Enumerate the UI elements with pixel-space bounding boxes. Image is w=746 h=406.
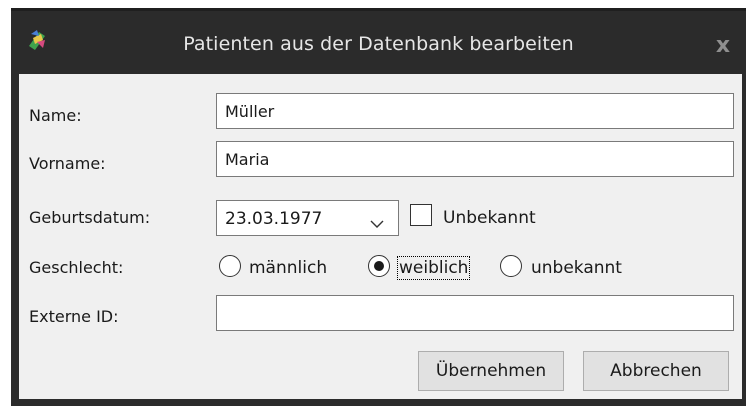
geschlecht-label: Geschlecht: — [29, 258, 124, 277]
vorname-field[interactable] — [216, 141, 734, 177]
birthdate-picker[interactable]: 23.03.1977 — [216, 200, 399, 236]
unbekannt-checkbox[interactable] — [410, 204, 432, 226]
radio-weiblich[interactable] — [368, 255, 390, 277]
dialog-title: Patienten aus der Datenbank bearbeiten — [183, 33, 574, 55]
radio-selected-dot — [374, 261, 384, 271]
form-panel: Name: Vorname: Geburtsdatum: 23.03.1977 … — [19, 74, 742, 399]
radio-unbekannt[interactable] — [500, 255, 522, 277]
radio-weiblich-label[interactable]: weiblich — [396, 256, 471, 280]
geburtsdatum-label: Geburtsdatum: — [29, 208, 151, 227]
dialog-window: Patienten aus der Datenbank bearbeiten x… — [11, 8, 746, 406]
radio-maennlich[interactable] — [219, 255, 241, 277]
radio-maennlich-label[interactable]: männlich — [249, 258, 327, 278]
externe-id-label: Externe ID: — [29, 307, 119, 326]
apply-button[interactable]: Übernehmen — [418, 351, 564, 391]
cancel-button[interactable]: Abbrechen — [583, 351, 729, 391]
chevron-down-icon[interactable] — [369, 214, 385, 228]
name-label: Name: — [29, 106, 82, 125]
close-icon[interactable]: x — [712, 35, 734, 57]
externe-id-field[interactable] — [216, 295, 734, 331]
vorname-label: Vorname: — [29, 154, 106, 173]
unbekannt-checkbox-label[interactable]: Unbekannt — [443, 208, 536, 228]
radio-unbekannt-label[interactable]: unbekannt — [531, 258, 622, 278]
name-field[interactable] — [216, 93, 734, 129]
birthdate-value: 23.03.1977 — [225, 209, 323, 229]
title-bar[interactable]: Patienten aus der Datenbank bearbeiten x — [11, 8, 746, 74]
